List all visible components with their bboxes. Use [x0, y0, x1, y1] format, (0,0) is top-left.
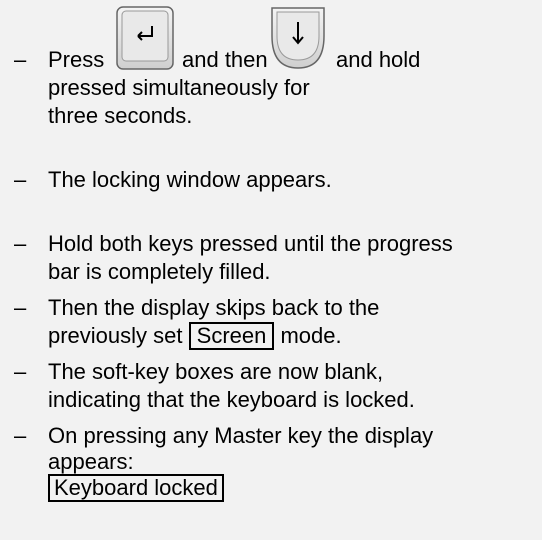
step-text: The soft-key boxes are now blank,: [48, 359, 384, 384]
step-text: indicating that the keyboard is locked.: [48, 387, 415, 412]
step-text: Hold both keys pressed until the progres…: [48, 231, 453, 256]
bullet-dash: –: [14, 167, 27, 192]
bullet-dash: –: [14, 47, 27, 72]
bullet-dash: –: [14, 359, 27, 384]
step-text: bar is completely filled.: [48, 259, 271, 284]
step-text: mode.: [280, 323, 342, 348]
step-text: appears:: [48, 449, 134, 474]
step-text: The locking window appears.: [48, 167, 332, 192]
step-text: On pressing any Master key the display: [48, 423, 434, 448]
step-text: Then the display skips back to the: [48, 295, 380, 320]
step-text: and hold: [336, 47, 421, 72]
step-text: Press: [48, 47, 105, 72]
down-arrow-key-icon: [270, 6, 326, 70]
step-text: three seconds.: [48, 103, 193, 128]
bullet-dash: –: [14, 231, 27, 256]
bullet-dash: –: [14, 423, 27, 448]
screen-mode-label: Screen: [188, 322, 275, 350]
step-text: and then: [182, 47, 268, 72]
step-text: pressed simultaneously for: [48, 75, 310, 100]
step-text: previously set: [48, 323, 183, 348]
list-item: – Press and then and hold pressed simult…: [0, 0, 542, 130]
enter-key-icon: [116, 6, 174, 70]
bullet-dash: –: [14, 295, 27, 320]
keyboard-locked-message: Keyboard locked: [48, 474, 224, 502]
